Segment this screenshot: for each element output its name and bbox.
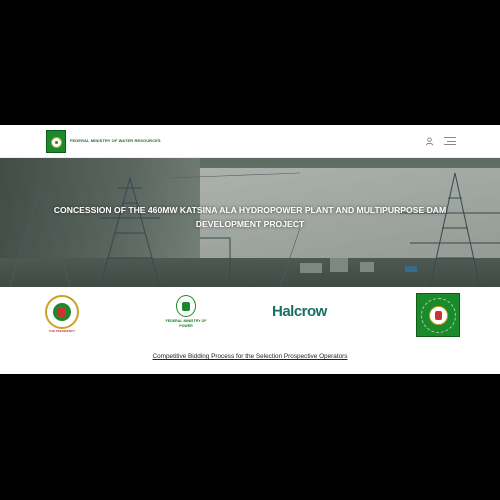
- presidency-logo: THE PRESIDENCY: [44, 295, 80, 335]
- halcrow-logo: Halcrow: [272, 303, 347, 323]
- coat-of-arms-icon: [429, 306, 448, 325]
- web-page: FEDERAL MINISTRY OF WATER RESOURCES CONC…: [0, 125, 500, 374]
- presidency-seal-icon: [53, 303, 71, 321]
- ministry-of-power-label: FEDERAL MINISTRY OF POWER: [165, 319, 207, 328]
- presidency-caption: THE PRESIDENCY: [48, 329, 76, 333]
- halcrow-wordmark: Halcrow: [272, 303, 327, 320]
- ministry-logo[interactable]: [46, 130, 66, 153]
- user-icon[interactable]: [425, 137, 434, 146]
- water-resources-logo: [416, 293, 460, 337]
- bidding-process-link[interactable]: Competitive Bidding Process for the Sele…: [152, 353, 347, 360]
- partner-logos: THE PRESIDENCY FEDERAL MINISTRY OF POWER…: [0, 287, 500, 343]
- ministry-of-power-logo: FEDERAL MINISTRY OF POWER: [160, 295, 212, 337]
- hamburger-menu-icon[interactable]: [444, 137, 456, 146]
- hero-title: CONCESSION OF THE 460MW KATSINA ALA HYDR…: [53, 205, 447, 229]
- coat-of-arms-icon: [51, 137, 62, 148]
- coat-of-arms-icon: [176, 295, 196, 317]
- bidding-process-link-row: Competitive Bidding Process for the Sele…: [0, 353, 500, 360]
- site-header: FEDERAL MINISTRY OF WATER RESOURCES: [0, 125, 500, 158]
- hero-banner: CONCESSION OF THE 460MW KATSINA ALA HYDR…: [0, 158, 500, 287]
- ministry-name[interactable]: FEDERAL MINISTRY OF WATER RESOURCES: [70, 138, 161, 143]
